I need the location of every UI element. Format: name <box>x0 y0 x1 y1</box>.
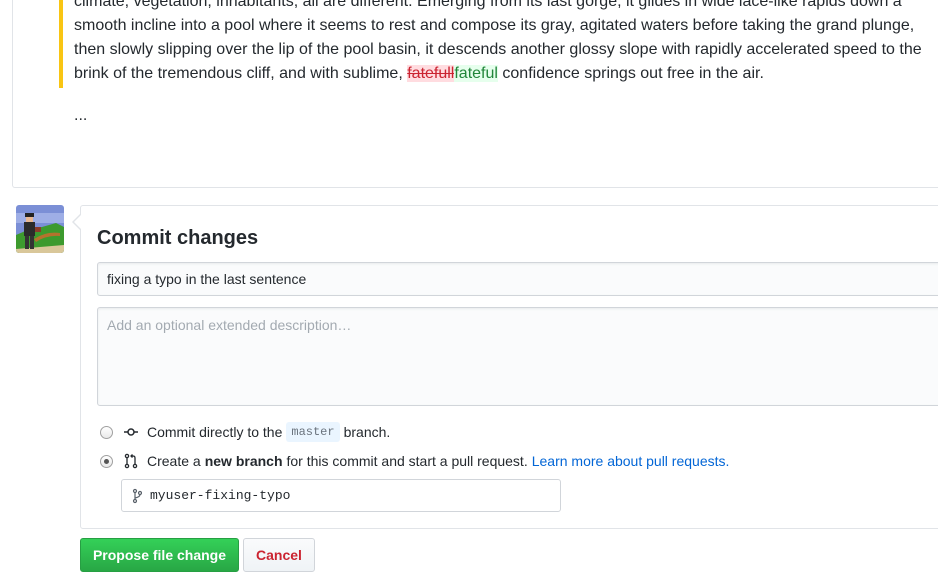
new-branch-radio[interactable] <box>100 454 113 468</box>
blockquote-bar <box>59 0 63 88</box>
preview-line: brink of the tremendous cliff, and with … <box>74 65 403 82</box>
propose-file-change-button[interactable]: Propose file change <box>80 538 239 572</box>
deleted-text: fatefull <box>407 65 455 82</box>
git-pull-request-icon <box>124 453 138 469</box>
cancel-button[interactable]: Cancel <box>243 538 315 572</box>
avatar[interactable] <box>16 205 64 253</box>
commit-direct-option[interactable]: Commit directly to the master branch. <box>100 422 390 442</box>
file-preview: climate, vegetation, inhabitants, all ar… <box>12 0 938 188</box>
new-branch-option[interactable]: Create a new branch for this commit and … <box>100 451 729 471</box>
preview-line: then slowly slipping over the lip of the… <box>74 41 922 58</box>
branch-name-field[interactable] <box>121 479 561 512</box>
ellipsis-text: ... <box>74 107 88 124</box>
commit-direct-radio[interactable] <box>100 425 113 439</box>
commit-direct-label-before: Commit directly to the <box>147 424 283 440</box>
branch-name-input[interactable] <box>150 488 550 503</box>
preview-line: smooth incline into a pool where it seem… <box>74 17 915 34</box>
new-branch-label-before: Create a <box>147 453 201 469</box>
new-branch-label-after: for this commit and start a pull request… <box>286 453 528 469</box>
branch-name-code: master <box>286 422 340 442</box>
commit-summary-input[interactable] <box>97 262 938 296</box>
commit-direct-label-after: branch. <box>343 424 391 440</box>
inserted-text: fateful <box>454 65 498 82</box>
commit-form-title: Commit changes <box>97 227 259 249</box>
preview-line: climate, vegetation, inhabitants, all ar… <box>74 0 902 10</box>
preview-paragraph: climate, vegetation, inhabitants, all ar… <box>74 0 934 86</box>
preview-line: confidence springs out free in the air. <box>502 65 764 82</box>
learn-more-link[interactable]: Learn more about pull requests. <box>532 453 730 469</box>
comment-arrow-inner <box>74 215 81 229</box>
commit-description-textarea[interactable] <box>97 307 938 406</box>
new-branch-label-bold: new branch <box>204 453 283 469</box>
git-branch-icon <box>132 488 142 503</box>
git-commit-icon <box>124 428 138 436</box>
